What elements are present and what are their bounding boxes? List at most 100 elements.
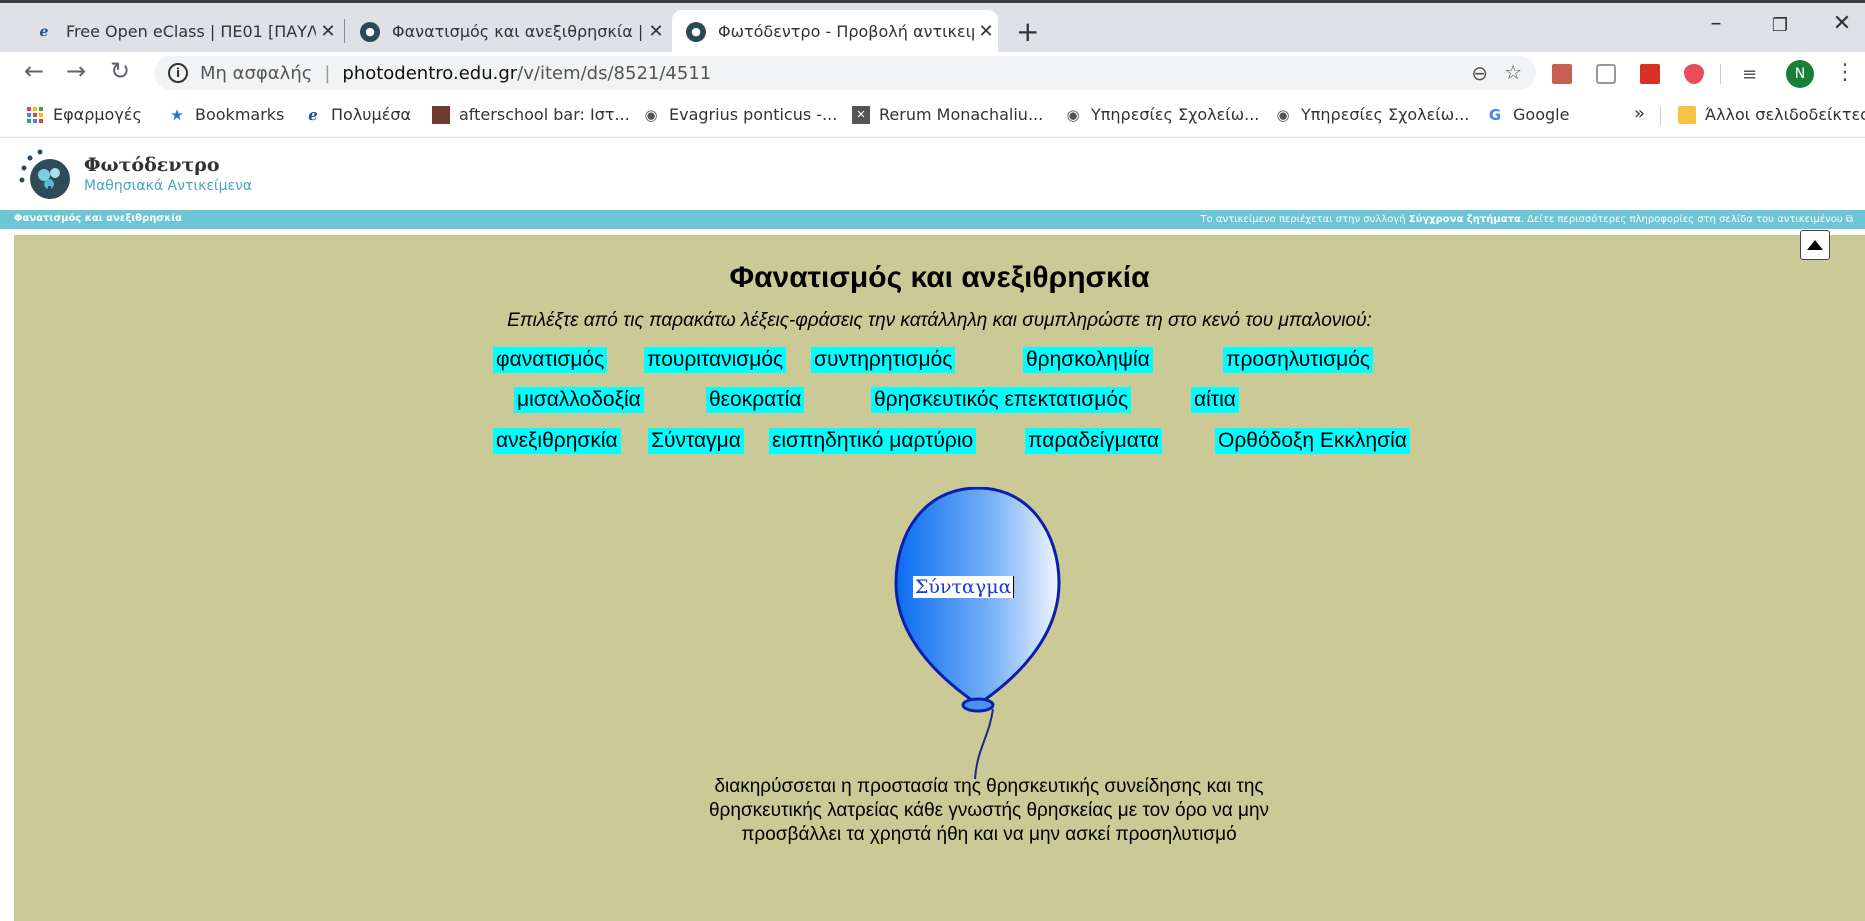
close-tab-icon[interactable]: ✕ xyxy=(316,21,340,42)
site-name[interactable]: Φωτόδεντρο xyxy=(84,154,220,176)
thumbnail-icon xyxy=(432,105,450,124)
word-option[interactable]: Ορθόδοξη Εκκλησία xyxy=(1215,428,1410,454)
restore-icon[interactable]: ❐ xyxy=(1760,15,1800,36)
word-option[interactable]: φανατισμός xyxy=(493,347,608,373)
close-tab-icon[interactable]: ✕ xyxy=(644,21,668,42)
tab-title: Φανατισμός και ανεξιθρησκία | Ο xyxy=(392,22,644,41)
other-bookmarks[interactable]: Άλλοι σελιδοδείκτες xyxy=(1678,105,1865,124)
menu-kebab-icon[interactable]: ⋮ xyxy=(1834,60,1856,85)
toolbar-divider xyxy=(1720,64,1721,84)
bookmark-extension-icon[interactable] xyxy=(1640,64,1660,84)
balloon-icon xyxy=(894,487,1061,780)
address-separator: | xyxy=(324,62,331,84)
apps-grid-icon xyxy=(26,106,44,124)
bookmark-evagrius[interactable]: ◉ Evagrius ponticus -... xyxy=(642,105,837,124)
word-option[interactable]: θεοκρατία xyxy=(706,387,805,413)
tab-title: Free Open eClass | ΠΕ01 [ΠΑΥΛΟ xyxy=(66,22,316,41)
close-window-icon[interactable]: ✕ xyxy=(1822,11,1862,36)
bookmark-afterschool[interactable]: afterschool bar: Ιστ... xyxy=(432,105,630,124)
photodentro-icon: ● xyxy=(360,21,380,42)
new-tab-button[interactable]: + xyxy=(1016,15,1039,48)
minimize-icon[interactable]: – xyxy=(1696,11,1736,36)
bookmark-label: Bookmarks xyxy=(195,105,285,124)
zoom-icon[interactable]: ⊖ xyxy=(1471,61,1488,85)
shield-extension-icon[interactable] xyxy=(1684,64,1704,84)
balloon-sentence: διακηρύσσεται η προστασία της θρησκευτικ… xyxy=(708,776,1270,845)
tab-title: Φωτόδεντρο - Προβολή αντικειμ xyxy=(718,22,974,41)
bookmark-star-icon[interactable]: ☆ xyxy=(1504,60,1522,84)
item-info-bar: Φανατισμός και ανεξιθρησκία Το αντικείμε… xyxy=(0,210,1865,232)
word-option[interactable]: προσηλυτισμός xyxy=(1223,347,1374,373)
bookmark-label: Evagrius ponticus -... xyxy=(669,105,838,124)
word-option[interactable]: ανεξιθρησκία xyxy=(493,428,621,454)
bookmark-bookmarks[interactable]: ★ Bookmarks xyxy=(168,105,284,124)
collection-prefix: Το αντικείμενο περιέχεται στην συλλογή xyxy=(1200,214,1409,225)
bookmark-label: afterschool bar: Ιστ... xyxy=(459,105,630,124)
forward-arrow-icon[interactable]: → xyxy=(66,57,86,85)
bookmark-school-services-2[interactable]: ◉ Υπηρεσίες Σχολείω... xyxy=(1274,105,1469,124)
external-link-icon[interactable]: ⧉ xyxy=(1846,214,1853,225)
balloon-answer-field[interactable]: Σύνταγμα xyxy=(913,576,1015,598)
info-icon[interactable]: i xyxy=(168,63,188,83)
bookmark-google[interactable]: G Google xyxy=(1486,105,1570,124)
pdf-extension-icon[interactable] xyxy=(1552,64,1572,84)
bookmarks-divider xyxy=(1660,106,1661,126)
word-option[interactable]: συντηρητισμός xyxy=(811,347,956,373)
star-icon: ★ xyxy=(170,105,184,124)
bookmarks-bar: Εφαρμογές ★ Bookmarks ℯ Πολυμέσα afterscho… xyxy=(0,94,1865,138)
activity-title: Φανατισμός και ανεξιθρησκία xyxy=(729,261,1150,294)
browser-toolbar: ← → ↻ i Μη ασφαλής | photodentro.edu.gr /… xyxy=(0,52,1865,94)
address-bar[interactable]: i Μη ασφαλής | photodentro.edu.gr/v/item… xyxy=(154,56,1536,90)
bookmark-school-services-1[interactable]: ◉ Υπηρεσίες Σχολείω... xyxy=(1064,105,1259,124)
word-option[interactable]: Σύνταγμα xyxy=(648,428,744,454)
word-option[interactable]: αίτια xyxy=(1191,387,1239,413)
reload-icon[interactable]: ↻ xyxy=(110,57,130,85)
word-option[interactable]: μισαλλοδοξία xyxy=(514,387,644,413)
activity-area: Φανατισμός και ανεξιθρησκία Επιλέξτε από… xyxy=(14,235,1865,921)
profile-avatar[interactable]: N xyxy=(1786,60,1814,88)
bookmarks-overflow-button[interactable]: » xyxy=(1634,103,1645,124)
bookmark-label: Άλλοι σελιδοδείκτες xyxy=(1705,105,1865,124)
word-option[interactable]: πουριτανισμός xyxy=(644,347,787,373)
caret-up-icon xyxy=(1807,240,1823,250)
bookmark-apps[interactable]: Εφαρμογές xyxy=(26,105,142,124)
bookmark-multimedia[interactable]: ℯ Πολυμέσα xyxy=(304,105,411,124)
photodentro-logo[interactable] xyxy=(18,148,74,204)
address-host: photodentro.edu.gr xyxy=(342,62,518,84)
close-tab-icon[interactable]: ✕ xyxy=(974,21,998,42)
collection-link[interactable]: Σύγχρονα ζητήματα xyxy=(1409,214,1521,225)
eclass-icon: ℯ xyxy=(308,105,318,124)
bookmark-label: Πολυμέσα xyxy=(331,105,412,124)
address-path: /v/item/ds/8521/4511 xyxy=(517,62,712,84)
bookmark-label: Υπηρεσίες Σχολείω... xyxy=(1301,105,1470,124)
bookmark-rerum[interactable]: ✕ Rerum Monachaliu... xyxy=(852,105,1043,124)
activity-instruction: Επιλέξτε από τις παρακάτω λέξεις-φράσεις… xyxy=(507,310,1372,331)
media-queue-icon[interactable]: ≡ xyxy=(1742,64,1762,85)
bookmark-label: Υπηρεσίες Σχολείω... xyxy=(1091,105,1260,124)
folder-icon xyxy=(1678,105,1696,124)
page-icon: ✕ xyxy=(852,105,870,124)
tab-separator xyxy=(344,19,345,43)
globe-icon: ◉ xyxy=(1276,105,1290,124)
globe-icon: ◉ xyxy=(644,105,658,124)
site-subtitle: Μαθησιακά Αντικείμενα xyxy=(84,178,253,194)
bookmark-label: Εφαρμογές xyxy=(53,105,142,124)
collapse-toggle-button[interactable] xyxy=(1800,230,1830,260)
back-arrow-icon[interactable]: ← xyxy=(24,57,44,85)
tab-photodentro-item[interactable]: ● Φανατισμός και ανεξιθρησκία | Ο ✕ xyxy=(348,10,668,53)
bookmark-label: Google xyxy=(1513,105,1570,124)
site-header: Φωτόδεντρο Μαθησιακά Αντικείμενα xyxy=(0,138,1865,210)
security-label: Μη ασφαλής xyxy=(200,62,313,84)
word-option[interactable]: παραδείγματα xyxy=(1025,428,1163,454)
tab-photodentro-view[interactable]: ● Φωτόδεντρο - Προβολή αντικειμ ✕ xyxy=(672,10,998,53)
eclass-icon: ℯ xyxy=(39,23,49,40)
bookmark-label: Rerum Monachaliu... xyxy=(879,105,1044,124)
globe-icon: ◉ xyxy=(1066,105,1080,124)
word-option[interactable]: θρησκοληψία xyxy=(1023,347,1153,373)
tab-eclass[interactable]: ℯ Free Open eClass | ΠΕ01 [ΠΑΥΛΟ ✕ xyxy=(22,10,340,53)
cast-extension-icon[interactable] xyxy=(1596,64,1616,84)
google-icon: G xyxy=(1488,105,1502,124)
word-option[interactable]: εισπηδητικό μαρτύριο xyxy=(769,428,977,454)
word-option[interactable]: θρησκευτικός επεκτατισμός xyxy=(871,387,1132,413)
collection-suffix[interactable]: . Δείτε περισσότερες πληροφορίες στη σελ… xyxy=(1521,214,1843,225)
